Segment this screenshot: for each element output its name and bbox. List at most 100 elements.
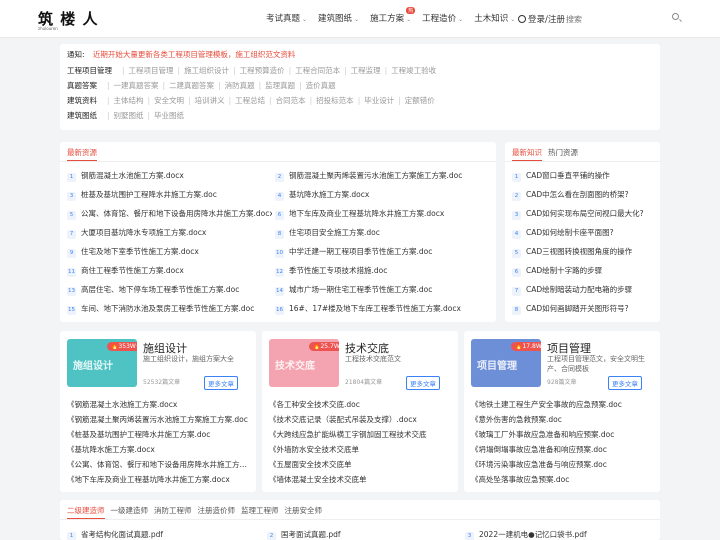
feature-list-item[interactable]: 《外墙防水安全技术交底单: [269, 442, 453, 457]
resource-item[interactable]: 14 城市广场一期住宅工程季节性施工方案.doc: [275, 284, 480, 296]
knowledge-item[interactable]: 2 CAD中怎么看在剖面图的桥架?: [512, 189, 629, 201]
feature-list-item[interactable]: 《高处坠落事故应急预案.doc: [471, 472, 655, 487]
resource-item[interactable]: 15 车间、地下消防水池及泵房工程季节性施工方案.doc: [67, 303, 272, 315]
notice-text[interactable]: 近期开始大量更新各类工程项目管理模板，施工组织范文资料: [93, 50, 296, 59]
divider: [60, 519, 660, 520]
category-link[interactable]: 工程预算造价: [240, 66, 285, 75]
divider: [505, 161, 660, 162]
category-link[interactable]: 工程项目管理: [129, 66, 174, 75]
tab-latest-resources[interactable]: 最新资源: [67, 148, 97, 161]
category-link[interactable]: 工程合同范本: [295, 66, 340, 75]
search-input[interactable]: [566, 10, 688, 28]
site-header: 筑 楼 人 zhulouren 考试真题 ⌄ 建筑图纸 ⌄ 施工方案 ⌄ 热 工程造价 ⌄…: [0, 0, 720, 38]
resource-item[interactable]: 3 桩基及基坑围护工程降水井施工方案.doc: [67, 189, 272, 201]
tab-hot-resources[interactable]: 热门资源: [548, 148, 578, 157]
category-link[interactable]: 定额错价: [405, 96, 435, 105]
tab-fire-engineer[interactable]: 消防工程师: [154, 506, 192, 515]
knowledge-item[interactable]: 6 CAD绘制十字路的步骤: [512, 265, 602, 277]
tab-first-constructor[interactable]: 一级建造师: [111, 506, 149, 515]
tab-latest-knowledge[interactable]: 最新知识: [512, 148, 542, 161]
feature-list-item[interactable]: 《墙体混凝土安全技术交底单: [269, 472, 453, 487]
category-link[interactable]: 招投标范本: [316, 96, 354, 105]
feature-list-item[interactable]: 《大跨线应急扩能纵横工字钢加固工程技术交底: [269, 427, 453, 442]
knowledge-item[interactable]: 1 CAD窗口垂直平铺的操作: [512, 170, 610, 182]
search-icon[interactable]: [672, 13, 679, 20]
login-link[interactable]: 登录/注册: [518, 13, 565, 25]
item-number: 10: [275, 249, 284, 258]
feature-list-item[interactable]: 《环境污染事故应急准备与响应预案.doc: [471, 457, 655, 472]
knowledge-item[interactable]: 4 CAD如何绘制卡座平面图?: [512, 227, 614, 239]
feature-list-item[interactable]: 《技术交底记录（装配式吊装及支撑）.docx: [269, 412, 453, 427]
feature-list-item[interactable]: 《地下车库及商业工程基坑降水井施工方案.docx: [67, 472, 251, 487]
nav-item-construction-plans[interactable]: 施工方案 ⌄ 热: [370, 7, 416, 24]
exam-item[interactable]: 3 2022一建机电●记忆口袋书.pdf: [465, 529, 587, 540]
feature-card: 项目管理 🔥17.8W+项目管理 工程项目管理范文，安全文明生产、合同模板 928篇文…: [464, 331, 660, 492]
category-link[interactable]: 毕业设计: [364, 96, 394, 105]
resource-item[interactable]: 5 公寓、体育馆、餐厅和地下设备用房降水井施工方案.docx: [67, 208, 272, 220]
feature-list-item[interactable]: 《意外伤害的急救预案.doc: [471, 412, 655, 427]
category-link[interactable]: 监理真题: [265, 81, 295, 90]
category-link[interactable]: 别墅图纸: [114, 111, 144, 120]
exam-item[interactable]: 1 省考结构化面试真题.pdf: [67, 529, 163, 540]
resource-item[interactable]: 12 季节性施工专项技术措施.doc: [275, 265, 480, 277]
category-link[interactable]: 工程竣工验收: [391, 66, 436, 75]
feature-list-item[interactable]: 《五屋面安全技术交底单: [269, 457, 453, 472]
resource-item[interactable]: 16 16#、17#楼及地下车库工程季节性施工方案.docx: [275, 303, 480, 315]
resource-item[interactable]: 13 高层住宅、地下停车场工程季节性施工方案.doc: [67, 284, 272, 296]
resource-item[interactable]: 8 住宅项目安全施工方案.doc: [275, 227, 480, 239]
separator: |: [258, 81, 262, 90]
resource-item[interactable]: 6 地下车库及商业工程基坑降水井施工方案.docx: [275, 208, 480, 220]
resource-item[interactable]: 2 钢筋混凝土聚丙烯装置污水池施工方案施工方案.doc: [275, 170, 480, 182]
category-link[interactable]: 造价真题: [306, 81, 336, 90]
more-articles-button[interactable]: 更多文章: [204, 376, 238, 390]
knowledge-item[interactable]: 7 CAD绘制暗装动力配电箱的步骤: [512, 284, 632, 296]
category-link[interactable]: 工程监理: [351, 66, 381, 75]
resource-item[interactable]: 1 钢筋混凝土水池施工方案.docx: [67, 170, 272, 182]
feature-list-item[interactable]: 《地铁土建工程生产安全事故的应急预案.doc: [471, 397, 655, 412]
feature-list-item[interactable]: 《桩基及基坑围护工程降水井施工方案.doc: [67, 427, 251, 442]
nav-item-exams[interactable]: 考试真题 ⌄: [266, 12, 307, 24]
feature-thumbnail[interactable]: 技术交底 🔥25.7W+: [269, 339, 339, 387]
nav-item-civil-knowledge[interactable]: 土木知识 ⌄: [474, 12, 515, 24]
category-link[interactable]: 施工组织设计: [184, 66, 229, 75]
knowledge-item[interactable]: 5 CAD三视图转换视图角度的操作: [512, 246, 632, 258]
resource-item[interactable]: 4 基坑降水施工方案.docx: [275, 189, 480, 201]
category-link[interactable]: 消防真题: [225, 81, 255, 90]
feature-thumbnail[interactable]: 施组设计 🔥353W+: [67, 339, 137, 387]
separator: |: [269, 96, 272, 105]
exam-item[interactable]: 2 国考面试真题.pdf: [267, 529, 341, 540]
category-link[interactable]: 工程总结: [235, 96, 265, 105]
category-link[interactable]: 主体结构: [114, 96, 144, 105]
feature-list-item[interactable]: 《坍塌倒塌事故应急准备和响应预案.doc: [471, 442, 655, 457]
knowledge-item[interactable]: 3 CAD如何实现布局空间视口最大化?: [512, 208, 644, 220]
tab-second-constructor[interactable]: 二级建造师: [67, 506, 105, 519]
category-link[interactable]: 培训讲义: [195, 96, 225, 105]
tab-cost-engineer[interactable]: 注册造价师: [198, 506, 236, 515]
feature-list-item[interactable]: 《玻璃工厂外事故应急准备和响应预案.doc: [471, 427, 655, 442]
chevron-down-icon: ⌄: [458, 16, 464, 23]
resource-item[interactable]: 9 住宅及地下室季节性施工方案.docx: [67, 246, 272, 258]
feature-list-item[interactable]: 《各工种安全技术交底.doc: [269, 397, 453, 412]
category-link[interactable]: 合同范本: [276, 96, 306, 105]
feature-list-item[interactable]: 《钢筋混凝土聚丙烯装置污水池施工方案施工方案.doc: [67, 412, 251, 427]
category-link[interactable]: 二建真题答案: [169, 81, 214, 90]
separator: |: [177, 66, 181, 75]
tab-safety-engineer[interactable]: 注册安全师: [285, 506, 323, 515]
feature-list-item[interactable]: 《基坑降水施工方案.docx: [67, 442, 251, 457]
feature-list-item[interactable]: 《钢筋混凝土水池施工方案.docx: [67, 397, 251, 412]
nav-item-drawings[interactable]: 建筑图纸 ⌄: [318, 12, 359, 24]
item-number: 16: [275, 306, 284, 315]
more-articles-button[interactable]: 更多文章: [406, 376, 440, 390]
tab-supervision-engineer[interactable]: 监理工程师: [241, 506, 279, 515]
category-link[interactable]: 毕业图纸: [154, 111, 184, 120]
category-link[interactable]: 安全文明: [154, 96, 184, 105]
more-articles-button[interactable]: 更多文章: [608, 376, 642, 390]
resource-item[interactable]: 7 大厦项目基坑降水专项施工方案.docx: [67, 227, 272, 239]
category-link[interactable]: 一建真题答案: [114, 81, 159, 90]
resource-item[interactable]: 10 中学迁建一期工程项目季节性施工方案.doc: [275, 246, 480, 258]
feature-list-item[interactable]: 《公寓、体育馆、餐厅和地下设备用房降水井施工方案.docx: [67, 457, 251, 472]
resource-item[interactable]: 11 商住工程季节性施工方案.docx: [67, 265, 272, 277]
feature-thumbnail[interactable]: 项目管理 🔥17.8W+: [471, 339, 541, 387]
knowledge-item[interactable]: 8 CAD如何画脚踏开关图形符号?: [512, 303, 629, 315]
nav-item-cost[interactable]: 工程造价 ⌄: [422, 12, 463, 24]
